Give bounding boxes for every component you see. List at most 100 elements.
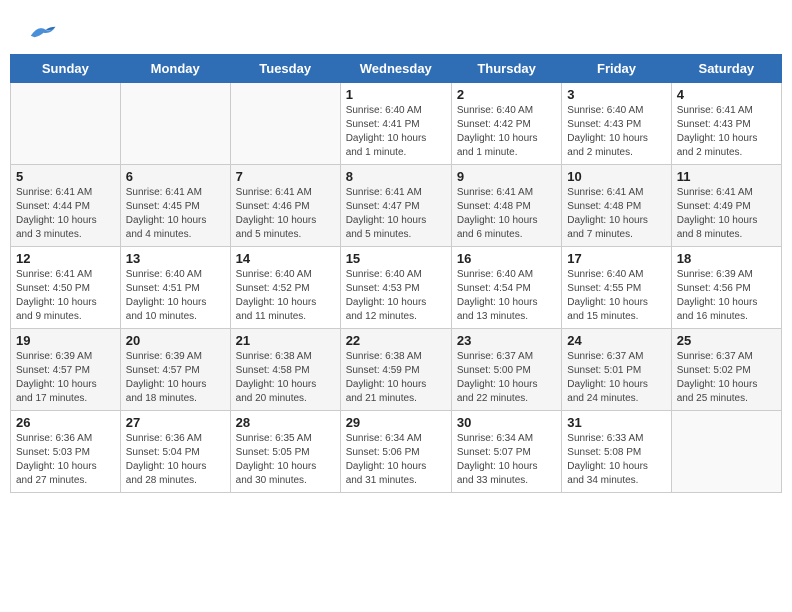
day-info: Sunrise: 6:40 AM Sunset: 4:42 PM Dayligh… xyxy=(457,104,556,160)
day-info: Sunrise: 6:39 AM Sunset: 4:57 PM Dayligh… xyxy=(16,350,115,406)
calendar-day-cell: 26 Sunrise: 6:36 AM Sunset: 5:03 PM Dayli… xyxy=(11,411,121,493)
day-number: 20 xyxy=(126,333,225,348)
day-info: Sunrise: 6:36 AM Sunset: 5:03 PM Dayligh… xyxy=(16,432,115,488)
day-number: 18 xyxy=(677,251,776,266)
day-info: Sunrise: 6:41 AM Sunset: 4:48 PM Dayligh… xyxy=(457,186,556,242)
calendar-day-cell: 30 Sunrise: 6:34 AM Sunset: 5:07 PM Dayli… xyxy=(451,411,561,493)
day-info: Sunrise: 6:34 AM Sunset: 5:07 PM Dayligh… xyxy=(457,432,556,488)
calendar-day-header: Friday xyxy=(562,55,671,83)
calendar-week-row: 19 Sunrise: 6:39 AM Sunset: 4:57 PM Dayli… xyxy=(11,329,782,411)
day-number: 13 xyxy=(126,251,225,266)
calendar-day-header: Tuesday xyxy=(230,55,340,83)
day-info: Sunrise: 6:41 AM Sunset: 4:48 PM Dayligh… xyxy=(567,186,665,242)
calendar-day-cell: 11 Sunrise: 6:41 AM Sunset: 4:49 PM Dayli… xyxy=(671,165,781,247)
calendar-day-header: Saturday xyxy=(671,55,781,83)
calendar-day-cell: 13 Sunrise: 6:40 AM Sunset: 4:51 PM Dayli… xyxy=(120,247,230,329)
calendar-day-cell: 20Sunrise: 6:39 AM Sunset: 4:57 PM Dayli… xyxy=(120,329,230,411)
day-number: 23 xyxy=(457,333,556,348)
day-info: Sunrise: 6:40 AM Sunset: 4:54 PM Dayligh… xyxy=(457,268,556,324)
day-number: 4 xyxy=(677,87,776,102)
calendar-day-header: Wednesday xyxy=(340,55,451,83)
day-info: Sunrise: 6:36 AM Sunset: 5:04 PM Dayligh… xyxy=(126,432,225,488)
day-number: 24 xyxy=(567,333,665,348)
day-number: 16 xyxy=(457,251,556,266)
calendar-day-cell: 25 Sunrise: 6:37 AM Sunset: 5:02 PM Dayli… xyxy=(671,329,781,411)
day-info: Sunrise: 6:40 AM Sunset: 4:52 PM Dayligh… xyxy=(236,268,335,324)
day-number: 2 xyxy=(457,87,556,102)
day-info: Sunrise: 6:41 AM Sunset: 4:43 PM Dayligh… xyxy=(677,104,776,160)
day-info: Sunrise: 6:40 AM Sunset: 4:51 PM Dayligh… xyxy=(126,268,225,324)
calendar-day-header: Sunday xyxy=(11,55,121,83)
calendar-day-cell xyxy=(120,83,230,165)
calendar-day-cell: 2 Sunrise: 6:40 AM Sunset: 4:42 PM Daylig… xyxy=(451,83,561,165)
day-number: 17 xyxy=(567,251,665,266)
day-info: Sunrise: 6:40 AM Sunset: 4:43 PM Dayligh… xyxy=(567,104,665,160)
day-number: 19 xyxy=(16,333,115,348)
calendar-day-cell: 18 Sunrise: 6:39 AM Sunset: 4:56 PM Dayli… xyxy=(671,247,781,329)
calendar-day-cell: 23 Sunrise: 6:37 AM Sunset: 5:00 PM Dayli… xyxy=(451,329,561,411)
day-info: Sunrise: 6:40 AM Sunset: 4:53 PM Dayligh… xyxy=(346,268,446,324)
calendar-table: SundayMondayTuesdayWednesdayThursdayFrid… xyxy=(10,54,782,493)
day-info: Sunrise: 6:41 AM Sunset: 4:49 PM Dayligh… xyxy=(677,186,776,242)
logo xyxy=(25,20,57,44)
day-number: 27 xyxy=(126,415,225,430)
calendar-day-cell: 1 Sunrise: 6:40 AM Sunset: 4:41 PM Daylig… xyxy=(340,83,451,165)
day-info: Sunrise: 6:37 AM Sunset: 5:00 PM Dayligh… xyxy=(457,350,556,406)
calendar-day-cell xyxy=(230,83,340,165)
day-number: 14 xyxy=(236,251,335,266)
day-number: 30 xyxy=(457,415,556,430)
day-info: Sunrise: 6:40 AM Sunset: 4:41 PM Dayligh… xyxy=(346,104,446,160)
calendar-day-cell: 8 Sunrise: 6:41 AM Sunset: 4:47 PM Daylig… xyxy=(340,165,451,247)
calendar-day-cell: 19 Sunrise: 6:39 AM Sunset: 4:57 PM Dayli… xyxy=(11,329,121,411)
day-number: 15 xyxy=(346,251,446,266)
calendar-day-cell: 27 Sunrise: 6:36 AM Sunset: 5:04 PM Dayli… xyxy=(120,411,230,493)
day-number: 6 xyxy=(126,169,225,184)
day-number: 8 xyxy=(346,169,446,184)
day-info: Sunrise: 6:38 AM Sunset: 4:59 PM Dayligh… xyxy=(346,350,446,406)
day-info: Sunrise: 6:37 AM Sunset: 5:02 PM Dayligh… xyxy=(677,350,776,406)
calendar-day-cell: 16 Sunrise: 6:40 AM Sunset: 4:54 PM Dayli… xyxy=(451,247,561,329)
day-number: 1 xyxy=(346,87,446,102)
calendar-day-cell: 4 Sunrise: 6:41 AM Sunset: 4:43 PM Daylig… xyxy=(671,83,781,165)
day-info: Sunrise: 6:35 AM Sunset: 5:05 PM Dayligh… xyxy=(236,432,335,488)
calendar-week-row: 1 Sunrise: 6:40 AM Sunset: 4:41 PM Daylig… xyxy=(11,83,782,165)
calendar-day-header: Monday xyxy=(120,55,230,83)
logo-bird-icon xyxy=(27,20,57,44)
calendar-day-cell: 24 Sunrise: 6:37 AM Sunset: 5:01 PM Dayli… xyxy=(562,329,671,411)
day-number: 26 xyxy=(16,415,115,430)
day-info: Sunrise: 6:37 AM Sunset: 5:01 PM Dayligh… xyxy=(567,350,665,406)
calendar-day-cell: 28 Sunrise: 6:35 AM Sunset: 5:05 PM Dayli… xyxy=(230,411,340,493)
calendar-week-row: 26 Sunrise: 6:36 AM Sunset: 5:03 PM Dayli… xyxy=(11,411,782,493)
day-number: 12 xyxy=(16,251,115,266)
day-info: Sunrise: 6:41 AM Sunset: 4:44 PM Dayligh… xyxy=(16,186,115,242)
calendar-day-cell: 6Sunrise: 6:41 AM Sunset: 4:45 PM Daylig… xyxy=(120,165,230,247)
calendar-header-row: SundayMondayTuesdayWednesdayThursdayFrid… xyxy=(11,55,782,83)
calendar-day-header: Thursday xyxy=(451,55,561,83)
day-number: 31 xyxy=(567,415,665,430)
calendar-day-cell xyxy=(671,411,781,493)
calendar-day-cell xyxy=(11,83,121,165)
day-info: Sunrise: 6:41 AM Sunset: 4:47 PM Dayligh… xyxy=(346,186,446,242)
day-number: 22 xyxy=(346,333,446,348)
day-info: Sunrise: 6:39 AM Sunset: 4:56 PM Dayligh… xyxy=(677,268,776,324)
page-header xyxy=(10,10,782,49)
calendar-day-cell: 15 Sunrise: 6:40 AM Sunset: 4:53 PM Dayli… xyxy=(340,247,451,329)
day-number: 7 xyxy=(236,169,335,184)
calendar-day-cell: 21 Sunrise: 6:38 AM Sunset: 4:58 PM Dayli… xyxy=(230,329,340,411)
calendar-day-cell: 14 Sunrise: 6:40 AM Sunset: 4:52 PM Dayli… xyxy=(230,247,340,329)
calendar-week-row: 12 Sunrise: 6:41 AM Sunset: 4:50 PM Dayli… xyxy=(11,247,782,329)
day-number: 28 xyxy=(236,415,335,430)
day-number: 25 xyxy=(677,333,776,348)
day-info: Sunrise: 6:41 AM Sunset: 4:50 PM Dayligh… xyxy=(16,268,115,324)
day-info: Sunrise: 6:40 AM Sunset: 4:55 PM Dayligh… xyxy=(567,268,665,324)
calendar-day-cell: 17 Sunrise: 6:40 AM Sunset: 4:55 PM Dayli… xyxy=(562,247,671,329)
day-number: 21 xyxy=(236,333,335,348)
day-number: 10 xyxy=(567,169,665,184)
calendar-week-row: 5Sunrise: 6:41 AM Sunset: 4:44 PM Daylig… xyxy=(11,165,782,247)
calendar-day-cell: 7Sunrise: 6:41 AM Sunset: 4:46 PM Daylig… xyxy=(230,165,340,247)
day-number: 29 xyxy=(346,415,446,430)
day-number: 11 xyxy=(677,169,776,184)
day-info: Sunrise: 6:38 AM Sunset: 4:58 PM Dayligh… xyxy=(236,350,335,406)
calendar-day-cell: 3Sunrise: 6:40 AM Sunset: 4:43 PM Daylig… xyxy=(562,83,671,165)
calendar-day-cell: 9Sunrise: 6:41 AM Sunset: 4:48 PM Daylig… xyxy=(451,165,561,247)
